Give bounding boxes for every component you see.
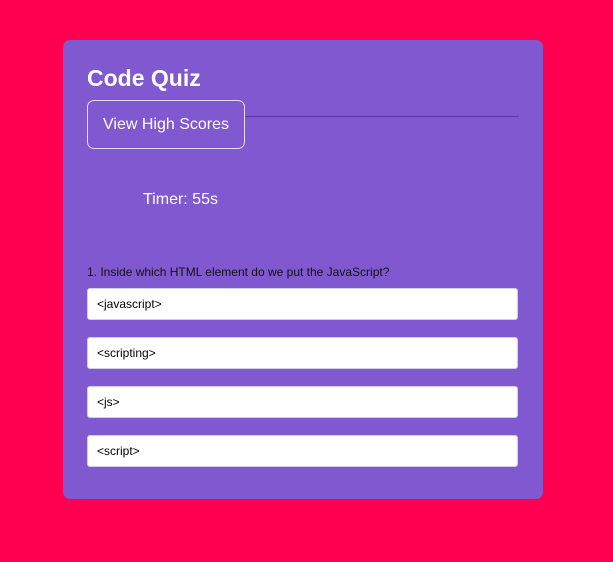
answer-option-2[interactable]: <scripting>: [87, 337, 518, 369]
question-text: 1. Inside which HTML element do we put t…: [87, 265, 390, 279]
view-high-scores-button[interactable]: View High Scores: [87, 100, 245, 149]
answer-option-1[interactable]: <javascript>: [87, 288, 518, 320]
answer-option-3[interactable]: <js>: [87, 386, 518, 418]
header-divider: [245, 116, 519, 117]
timer-display: Timer: 55s: [143, 191, 218, 208]
answer-list: <javascript> <scripting> <js> <script>: [87, 288, 519, 484]
answer-option-4[interactable]: <script>: [87, 435, 518, 467]
page-title: Code Quiz: [87, 65, 201, 91]
quiz-card: Code Quiz View High Scores Timer: 55s 1.…: [63, 40, 543, 499]
